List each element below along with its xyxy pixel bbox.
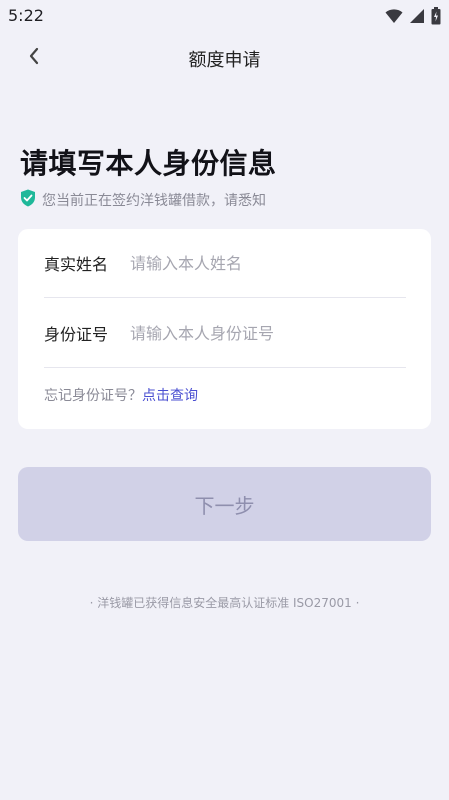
signal-icon [409,8,425,28]
page-title: 额度申请 [188,50,261,71]
forgot-id-text: 忘记身份证号？ [44,388,142,404]
identity-form-card: 真实姓名 身份证号 忘记身份证号？点击查询 [18,229,431,429]
signing-notice: 您当前正在签约洋钱罐借款，请悉知 [20,189,266,211]
wifi-icon [385,8,403,28]
shield-check-icon [20,189,36,211]
id-field-label: 身份证号 [44,325,109,344]
id-field-row: 身份证号 [44,299,406,368]
status-bar: 5:22 [0,0,449,32]
security-certification-note: · 洋钱罐已获得信息安全最高认证标准 ISO27001 · [89,596,360,610]
next-step-button[interactable]: 下一步 [18,467,431,541]
id-number-input[interactable] [130,323,406,343]
status-icons [385,7,441,29]
form-heading: 请填写本人身份信息 [20,147,277,180]
notice-text: 您当前正在签约洋钱罐借款，请悉知 [42,193,266,209]
forgot-id-hint: 忘记身份证号？点击查询 [44,385,198,405]
status-time: 5:22 [8,6,44,25]
name-field-label: 真实姓名 [44,255,109,274]
name-field-row: 真实姓名 [44,229,406,298]
battery-icon [431,7,441,29]
lookup-id-link[interactable]: 点击查询 [142,388,198,404]
name-input[interactable] [130,253,406,273]
nav-bar: 额度申请 [0,36,449,80]
